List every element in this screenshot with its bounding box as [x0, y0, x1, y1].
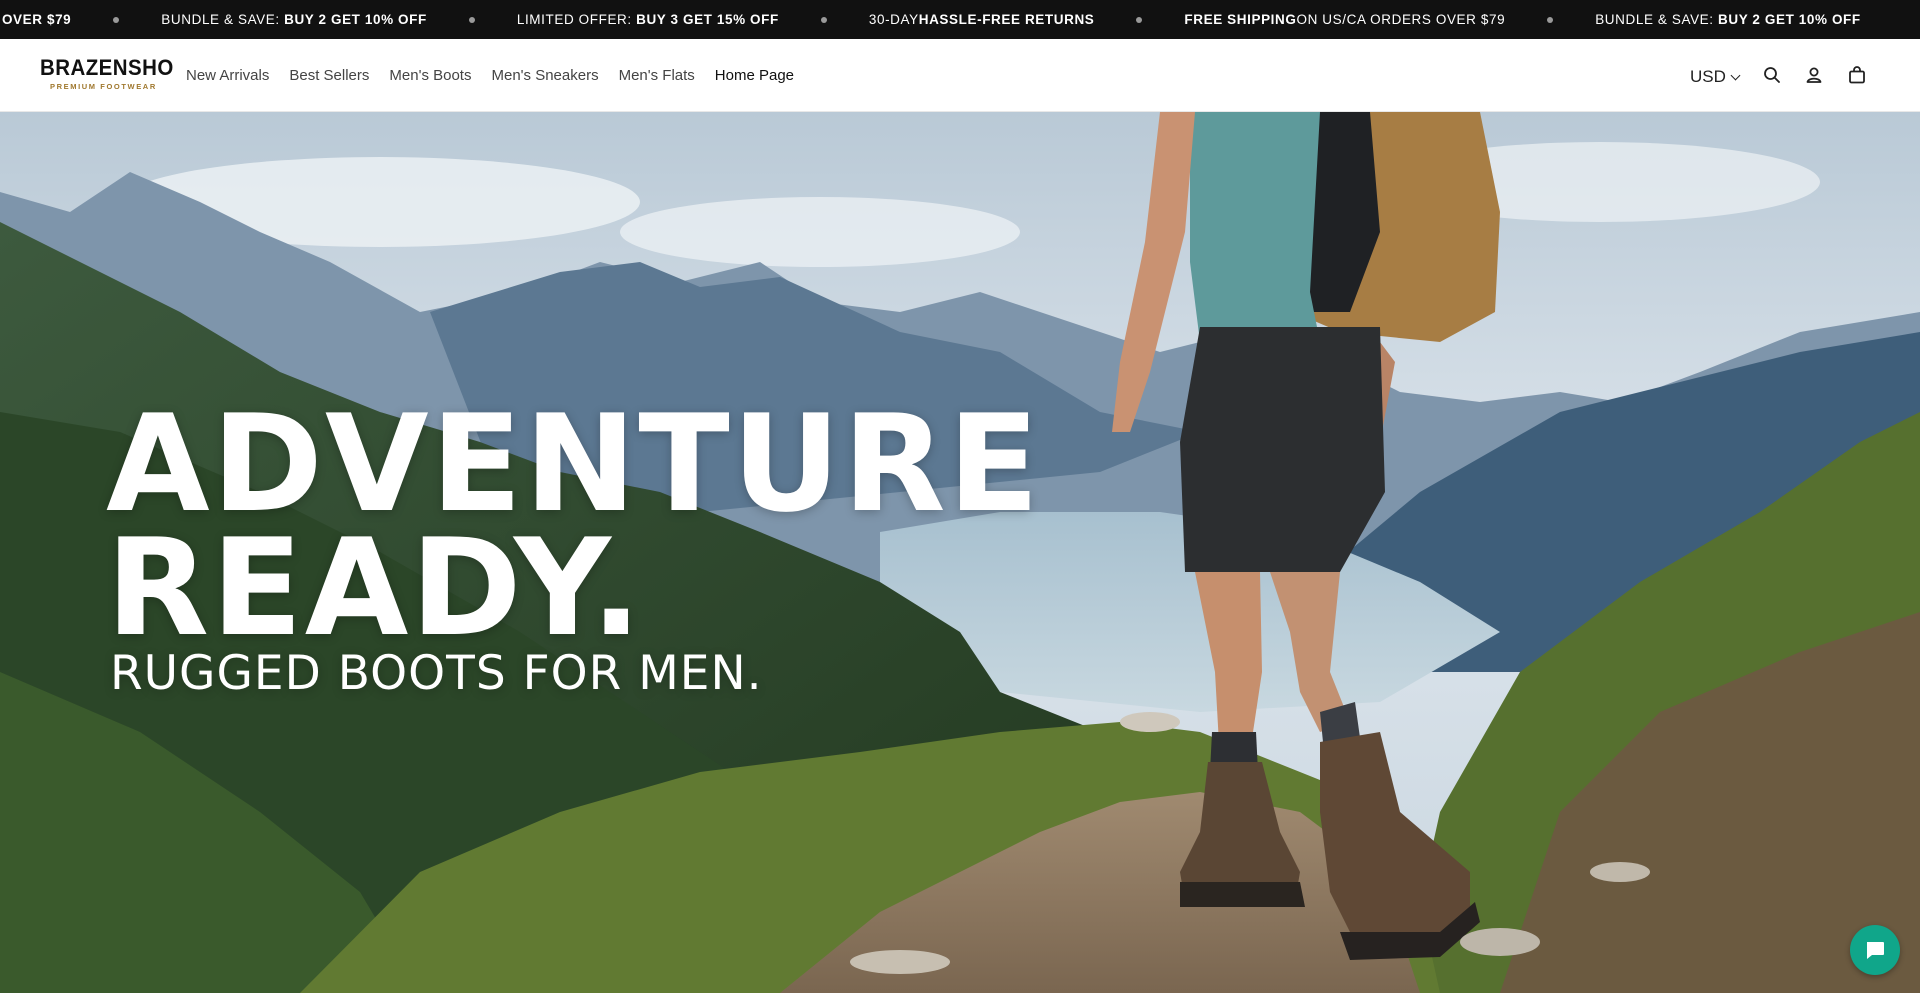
- chat-button[interactable]: [1850, 925, 1900, 975]
- search-icon[interactable]: [1762, 65, 1782, 85]
- announcement-bold: FREE SHIPPING: [1184, 12, 1297, 27]
- announcement-item: FREE SHIPPING ON US/CA ORDERS OVER $79: [1184, 0, 1505, 39]
- account-icon[interactable]: [1804, 65, 1824, 85]
- cart-icon[interactable]: [1847, 65, 1867, 85]
- separator-dot: [1547, 16, 1554, 23]
- hero-subtitle: RUGGED BOOTS FOR MEN.: [110, 646, 763, 701]
- currency-selector[interactable]: USD: [1690, 67, 1741, 87]
- chat-icon: [1867, 942, 1884, 959]
- announcement-bold: S OVER $79: [0, 12, 72, 27]
- announcement-plain: ON US/CA ORDERS OVER $79: [1296, 12, 1506, 27]
- announcement-plain: 30-DAY: [868, 12, 919, 27]
- header-tools: USD: [0, 39, 1920, 112]
- announcement-item: BUNDLE & SAVE: BUY 2 GET 10% OFF: [161, 0, 427, 39]
- hero-banner[interactable]: ADVENTURE READY. RUGGED BOOTS FOR MEN.: [0, 112, 1920, 993]
- announcement-plain: BUNDLE & SAVE:: [1595, 12, 1714, 27]
- announcement-plain: BUNDLE & SAVE:: [161, 12, 280, 27]
- announcement-item: 30-DAY HASSLE-FREE RETURNS: [869, 0, 1095, 39]
- chevron-down-icon: [1730, 70, 1741, 80]
- announcement-bar: S OVER $79 BUNDLE & SAVE: BUY 2 GET 10% …: [0, 0, 1920, 39]
- currency-label: USD: [1690, 67, 1726, 86]
- separator-dot: [1136, 16, 1143, 23]
- announcement-item: S OVER $79: [0, 0, 71, 39]
- separator-dot: [468, 16, 475, 23]
- announcement-bold: HASSLE-FREE RETURNS: [918, 12, 1095, 27]
- hero-headline: ADVENTURE READY. RUGGED BOOTS FOR MEN.: [106, 386, 1042, 701]
- hero-title-line1: ADVENTURE: [106, 386, 1042, 542]
- announcement-bold: BUY 2 GET 10% OFF: [284, 12, 427, 27]
- announcement-bold: BUY 2 GET 10% OFF: [1718, 12, 1861, 27]
- announcement-item: BUNDLE & SAVE: BUY 2 GET 10% OFF: [1595, 0, 1861, 39]
- separator-dot: [820, 16, 827, 23]
- announcement-track: S OVER $79 BUNDLE & SAVE: BUY 2 GET 10% …: [0, 0, 1861, 39]
- separator-dot: [113, 16, 120, 23]
- announcement-item: LIMITED OFFER: BUY 3 GET 15% OFF: [517, 0, 779, 39]
- hero-title-line2: READY.: [106, 510, 644, 666]
- announcement-plain: LIMITED OFFER:: [516, 12, 632, 27]
- announcement-bold: BUY 3 GET 15% OFF: [636, 12, 779, 27]
